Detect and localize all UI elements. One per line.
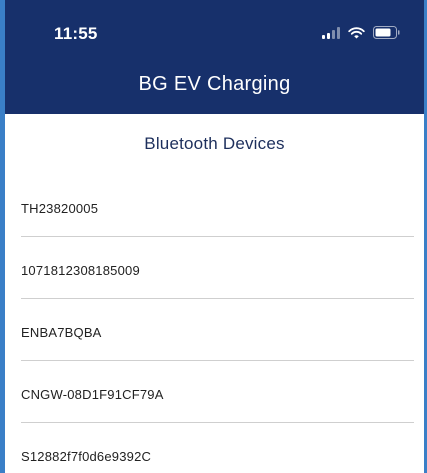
device-row[interactable]: ENBA7BQBA [5,299,424,361]
device-row[interactable]: CNGW-08D1F91CF79A [5,361,424,423]
bluetooth-devices-title: Bluetooth Devices [144,134,285,153]
app-screen: 11:55 BG EV Charging Bluetooth Devices T… [0,0,427,473]
app-title: BG EV Charging [138,73,291,95]
app-header: 11:55 BG EV Charging [5,0,424,114]
device-name: ENBA7BQBA [21,325,102,340]
device-name: S12882f7f0d6e9392C [21,449,152,464]
wifi-icon [348,26,365,38]
device-row[interactable]: 1071812308185009 [5,237,424,299]
bluetooth-device-list: TH23820005 1071812308185009 ENBA7BQBA CN… [5,175,424,473]
device-name: 1071812308185009 [21,263,140,278]
cellular-signal-icon [322,26,340,39]
device-row[interactable]: TH23820005 [5,175,424,237]
status-bar: 11:55 [5,22,424,50]
device-row[interactable]: S12882f7f0d6e9392C [5,423,424,473]
device-name: CNGW-08D1F91CF79A [21,387,164,402]
battery-icon [373,26,400,39]
device-name: TH23820005 [21,201,99,216]
status-icons [322,26,400,39]
status-time: 11:55 [54,24,98,43]
